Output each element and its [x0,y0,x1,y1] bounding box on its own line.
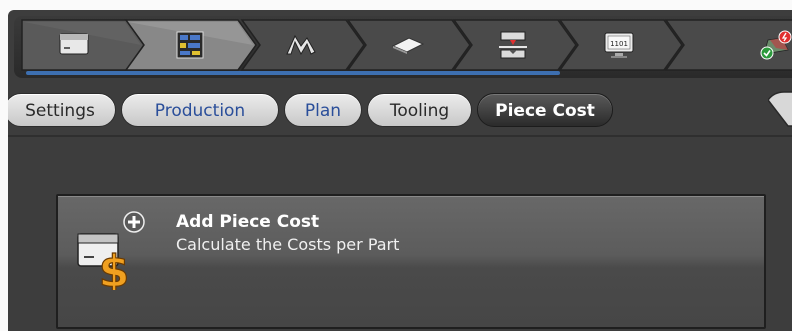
workflow-step-tooling[interactable] [452,16,577,74]
monitor-1101-icon: 1101 [604,32,634,58]
nesting-sheet-icon [176,31,204,59]
add-piece-cost-icon: $ [77,211,145,290]
workflow-step-blank[interactable] [346,16,471,74]
svg-text:$: $ [99,246,130,290]
tab-tooling[interactable]: Tooling [367,93,472,127]
panel-icon [59,33,89,55]
tab-piece-cost[interactable]: Piece Cost [477,93,613,127]
press-brake-icon [499,31,527,59]
workflow-step-bending[interactable] [240,16,365,74]
add-piece-cost-card[interactable]: $ Add Piece Cost Calculate the Costs per… [56,194,766,329]
tab-plan[interactable]: Plan [284,93,362,127]
monitor-text: 1101 [610,40,628,48]
card-title: Add Piece Cost [176,212,320,232]
tab-production[interactable]: Production [121,93,279,127]
workflow-step-part-setup[interactable] [21,16,145,74]
check-error-status-icon [760,30,792,60]
flat-blank-icon [391,37,425,54]
app-window: 1101 Settings Production Plan Tooling Pi… [8,10,792,331]
bend-profile-icon [286,34,316,56]
workflow-ribbon: 1101 [14,16,792,78]
card-subtitle: Calculate the Costs per Part [176,235,400,254]
content-divider [8,135,792,137]
tab-settings[interactable]: Settings [8,93,116,127]
workflow-step-production[interactable] [124,16,257,74]
tab-bar: Settings Production Plan Tooling Piece C… [8,93,792,133]
close-tab-button[interactable] [768,90,792,130]
workflow-step-status[interactable] [664,16,792,74]
workflow-step-nc-output[interactable]: 1101 [558,16,683,74]
